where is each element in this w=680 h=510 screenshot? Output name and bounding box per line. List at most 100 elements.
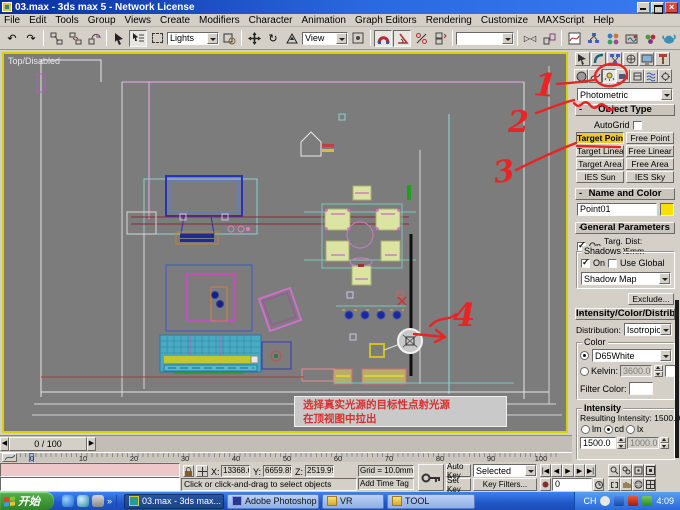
current-frame-field[interactable]: 0 (552, 478, 592, 491)
color-preset-dropdown[interactable]: D65White (592, 349, 672, 362)
network-tray-icon[interactable] (642, 496, 652, 506)
panel-scrollbar[interactable] (675, 300, 679, 458)
category-shapes[interactable] (588, 69, 602, 83)
shadow-on-checkbox[interactable] (581, 259, 590, 268)
menu-customize[interactable]: Customize (481, 15, 528, 26)
render-scene-icon[interactable] (622, 30, 640, 47)
chevron-down-icon[interactable] (660, 350, 671, 361)
curve-editor-icon[interactable] (565, 30, 583, 47)
menu-rendering[interactable]: Rendering (426, 15, 472, 26)
material-editor-icon[interactable] (603, 30, 621, 47)
ati-tray-icon[interactable] (628, 496, 638, 506)
preset-radio[interactable] (580, 351, 589, 360)
min-max-toggle-icon[interactable] (644, 478, 656, 491)
pan-icon[interactable] (620, 478, 632, 491)
go-to-end-icon[interactable]: ▶| (585, 464, 596, 477)
z-field[interactable]: 2519.99 (305, 465, 334, 477)
maxscript-mini-listener[interactable] (0, 463, 180, 491)
category-space-warps[interactable] (644, 69, 658, 83)
ies-sun-button[interactable]: IES Sun (576, 171, 624, 183)
rollout-general-parameters[interactable]: General Parameters (575, 222, 675, 234)
lx-radio[interactable] (626, 425, 635, 434)
chevron-down-icon[interactable] (525, 465, 536, 476)
menu-tools[interactable]: Tools (55, 15, 78, 26)
chevron-down-icon[interactable] (660, 324, 671, 335)
tab-display[interactable] (639, 52, 654, 66)
go-to-start-icon[interactable]: |◀ (540, 464, 551, 477)
time-configuration-icon[interactable] (593, 478, 604, 491)
browser-icon[interactable] (77, 495, 89, 507)
mirror-icon[interactable]: ▷◁ (521, 30, 539, 47)
free-point-button[interactable]: Free Point (626, 132, 674, 144)
kelvin-radio[interactable] (580, 367, 589, 376)
selection-region-icon[interactable] (148, 30, 166, 47)
filter-color-swatch[interactable] (629, 382, 653, 395)
x-field[interactable]: 13368.68 (221, 465, 250, 477)
target-point-button[interactable]: Target Point (576, 132, 624, 144)
key-mode-toggle-icon[interactable] (540, 478, 551, 491)
category-geometry[interactable] (574, 69, 588, 83)
absolute-offset-icon[interactable] (196, 465, 208, 477)
target-area-button[interactable]: Target Area (576, 158, 624, 170)
menu-views[interactable]: Views (125, 15, 152, 26)
object-color-swatch[interactable] (660, 203, 674, 216)
category-lights[interactable] (602, 69, 616, 83)
intensity-lx-field[interactable]: 1000.0 (627, 437, 659, 449)
y-field[interactable]: 6659.85 (263, 465, 292, 477)
menu-edit[interactable]: Edit (29, 15, 46, 26)
tab-utilities[interactable] (655, 52, 670, 66)
chevron-down-icon[interactable] (661, 89, 672, 100)
redo-icon[interactable]: ↷ (22, 30, 40, 47)
menu-character[interactable]: Character (249, 15, 293, 26)
maximize-button[interactable] (651, 2, 664, 13)
menu-graph-editors[interactable]: Graph Editors (355, 15, 417, 26)
task-vr-folder[interactable]: VR (322, 494, 384, 509)
key-filters-button[interactable]: Key Filters... (473, 478, 537, 491)
reference-coordinate-dropdown[interactable]: View (302, 32, 348, 45)
free-linear-button[interactable]: Free Linear (626, 145, 674, 157)
autogrid-checkbox[interactable] (633, 121, 642, 130)
intensity-lx-spinner[interactable] (660, 437, 669, 449)
listener-pane[interactable] (0, 477, 180, 491)
arc-rotate-icon[interactable] (632, 478, 644, 491)
lm-radio[interactable] (581, 425, 590, 434)
time-next-arrow[interactable]: ▶ (87, 437, 96, 451)
language-indicator[interactable]: CH (583, 496, 596, 506)
cd-radio[interactable] (604, 425, 613, 434)
start-button[interactable]: 开始 (0, 492, 54, 510)
select-by-name-icon[interactable] (129, 30, 147, 47)
select-and-link-icon[interactable] (47, 30, 65, 47)
distribution-dropdown[interactable]: Isotropic (624, 323, 672, 336)
menu-animation[interactable]: Animation (302, 15, 346, 26)
named-selection-sets-input[interactable] (456, 32, 514, 45)
target-linear-button[interactable]: Target Linear (576, 145, 624, 157)
kelvin-field[interactable]: 3600.0 (620, 365, 652, 377)
ie-icon[interactable] (62, 495, 74, 507)
viewport-label[interactable]: Top/Disabled (8, 56, 60, 66)
shadow-type-dropdown[interactable]: Shadow Map (581, 272, 671, 285)
menu-modifiers[interactable]: Modifiers (199, 15, 240, 26)
tab-modify[interactable] (591, 52, 606, 66)
rollout-object-type[interactable]: Object Type (575, 104, 675, 116)
select-and-move-icon[interactable] (245, 30, 263, 47)
bind-to-spacewarp-icon[interactable] (85, 30, 103, 47)
menu-create[interactable]: Create (160, 15, 190, 26)
region-zoom-icon[interactable] (608, 478, 620, 491)
close-button[interactable] (665, 2, 678, 13)
macro-recorder-pane[interactable] (0, 463, 180, 477)
use-center-icon[interactable] (349, 30, 367, 47)
zoom-extents-all-icon[interactable] (644, 464, 656, 477)
volume-tray-icon[interactable] (600, 496, 610, 506)
mini-curve-editor-icon[interactable] (2, 453, 17, 462)
rollout-intensity-color[interactable]: Intensity/Color/Distribution (575, 308, 675, 320)
selected-dropdown[interactable]: Selected (473, 464, 537, 477)
menu-help[interactable]: Help (593, 15, 614, 26)
menu-file[interactable]: File (4, 15, 20, 26)
time-slider-handle[interactable]: 0 / 100 (9, 437, 87, 451)
chevron-down-icon[interactable] (336, 33, 347, 44)
zoom-icon[interactable] (608, 464, 620, 477)
tab-hierarchy[interactable] (607, 52, 622, 66)
object-name-field[interactable]: Point01 (577, 203, 657, 216)
set-key-button[interactable]: Set Key (446, 478, 471, 491)
zoom-extents-icon[interactable] (632, 464, 644, 477)
